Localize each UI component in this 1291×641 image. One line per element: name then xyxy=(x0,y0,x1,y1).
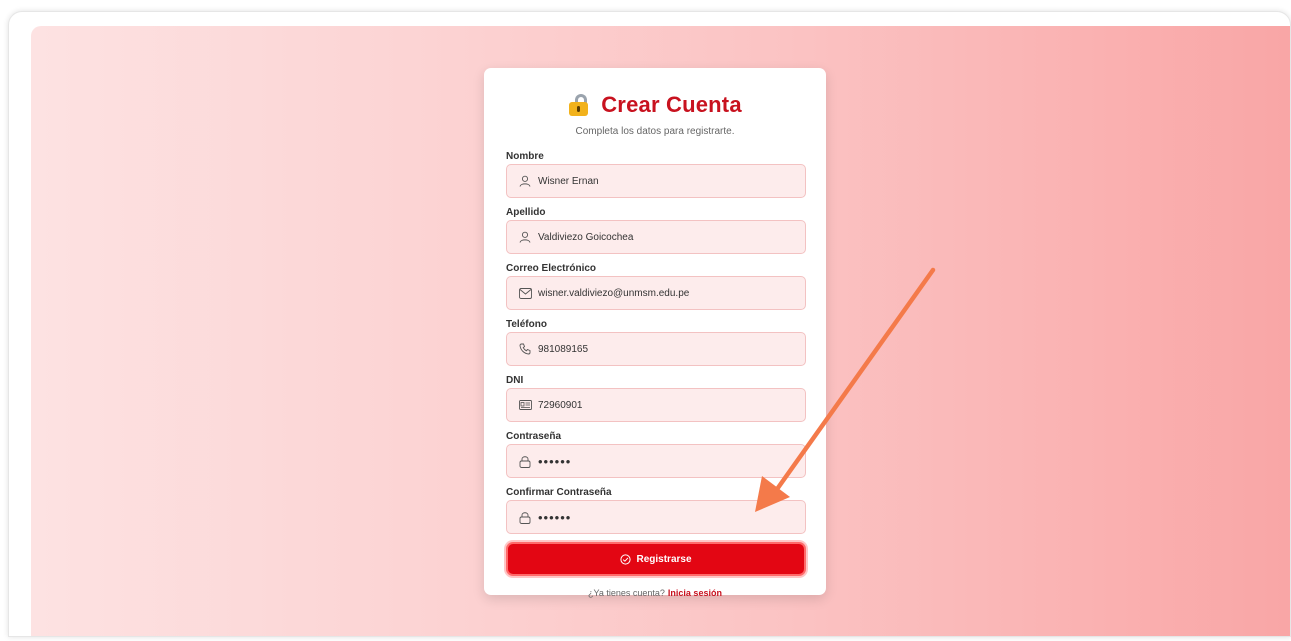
telefono-value: 981089165 xyxy=(538,343,589,355)
nombre-label: Nombre xyxy=(506,151,544,162)
subtitle: Completa los datos para registrarte. xyxy=(575,126,735,137)
password-label: Contraseña xyxy=(506,431,562,442)
phone-icon xyxy=(518,342,532,356)
correo-label: Correo Electrónico xyxy=(506,263,597,274)
telefono-label: Teléfono xyxy=(506,319,547,330)
id-card-icon xyxy=(518,398,532,412)
apellido-input[interactable]: Valdiviezo Goicochea xyxy=(506,220,806,254)
confirm-password-value: •••••• xyxy=(538,509,572,525)
nombre-input[interactable]: Wisner Ernan xyxy=(506,164,806,198)
mail-icon xyxy=(518,286,532,300)
password-input[interactable]: •••••• xyxy=(506,444,806,478)
correo-value: wisner.valdiviezo@unmsm.edu.pe xyxy=(538,287,690,299)
confirm-password-input[interactable]: •••••• xyxy=(506,500,806,534)
user-icon xyxy=(518,174,532,188)
register-button-label: Registrarse xyxy=(636,553,692,565)
confirm-password-label: Confirmar Contraseña xyxy=(506,487,612,498)
check-circle-icon xyxy=(620,553,632,565)
lock-emoji-icon xyxy=(568,94,589,116)
dni-label: DNI xyxy=(506,375,524,386)
nombre-value: Wisner Ernan xyxy=(538,175,599,187)
title-row: Crear Cuenta xyxy=(506,92,804,118)
correo-input[interactable]: wisner.valdiviezo@unmsm.edu.pe xyxy=(506,276,806,310)
lock-icon xyxy=(518,454,532,468)
login-link[interactable]: Inicia sesión xyxy=(668,588,722,598)
telefono-input[interactable]: 981089165 xyxy=(506,332,806,366)
dni-input[interactable]: 72960901 xyxy=(506,388,806,422)
apellido-value: Valdiviezo Goicochea xyxy=(538,231,634,243)
login-prompt: ¿Ya tienes cuenta? Inicia sesión xyxy=(506,588,804,598)
lock-icon xyxy=(518,510,532,524)
page-title: Crear Cuenta xyxy=(601,92,742,117)
register-button[interactable]: Registrarse xyxy=(506,542,806,576)
register-card: Crear Cuenta Completa los datos para reg… xyxy=(484,68,826,598)
apellido-label: Apellido xyxy=(506,207,546,218)
password-value: •••••• xyxy=(538,453,572,469)
login-prompt-text: ¿Ya tienes cuenta? xyxy=(588,588,665,598)
user-icon xyxy=(518,230,532,244)
screenshot-frame: Crear Cuenta Completa los datos para reg… xyxy=(8,11,1291,637)
dni-value: 72960901 xyxy=(538,399,583,411)
